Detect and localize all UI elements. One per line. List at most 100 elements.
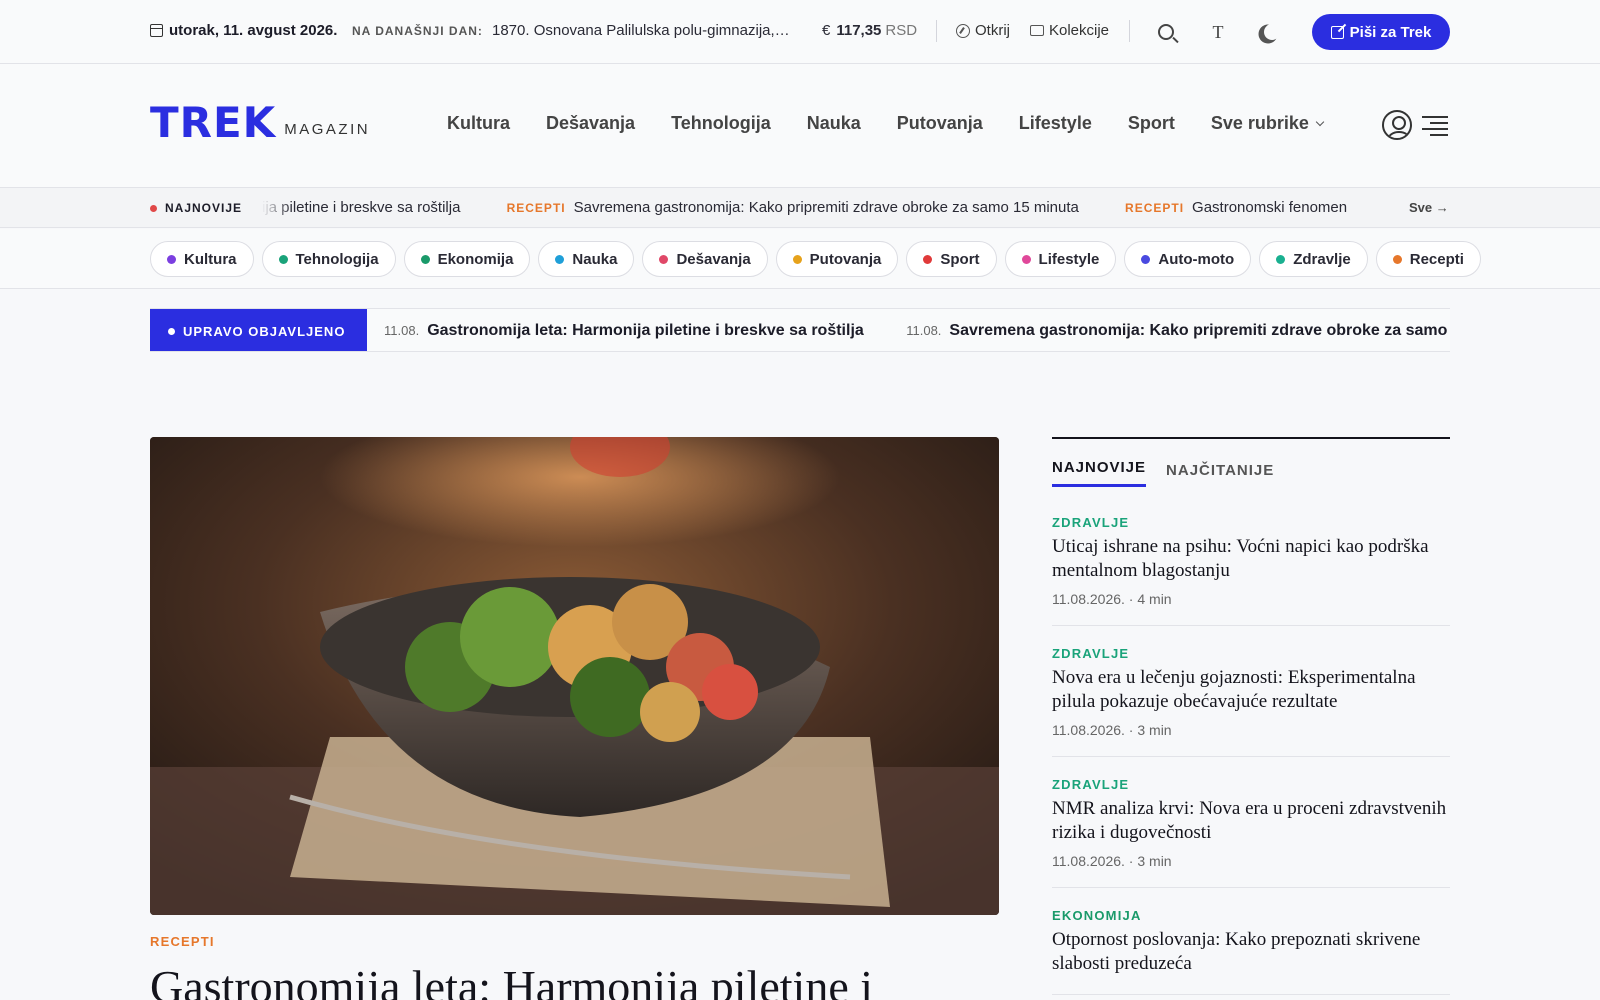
chevron-down-icon [1315,117,1325,127]
site-logo[interactable]: TREK MAGAZIN [150,102,370,144]
just-published-label-text: UPRAVO OBJAVLJENO [183,323,346,339]
category-pill-label: Sport [940,250,980,268]
divider [936,20,937,42]
category-pill-label: Nauka [572,250,618,268]
category-pill-label: Putovanja [809,250,882,268]
arrow-right-icon: → [1435,200,1449,215]
category-dot-icon [555,254,565,264]
category-dot-icon [1021,254,1031,264]
dark-mode-toggle[interactable] [1254,18,1282,46]
user-account-icon[interactable] [1382,110,1412,140]
moon-icon [1264,24,1280,40]
story-meta: 11.08.2026. · 3 min [1052,853,1172,869]
story-category[interactable]: ZDRAVLJE [1052,515,1450,530]
latest-label-text: NAJNOVIJE [165,201,243,215]
category-dot-icon [659,254,669,264]
story-title[interactable]: Nova era u lečenju gojaznosti: Eksperime… [1052,666,1450,714]
category-pill[interactable]: Zdravlje [1259,241,1368,277]
nav-item-desavanja[interactable]: Dešavanja [546,113,635,134]
currency-symbol: € [822,22,831,39]
latest-item-text: Gastronomski fenomen [1192,199,1348,216]
category-pill[interactable]: Sport [906,241,997,277]
on-this-day-label: NA DANAŠNJI DAN: [352,24,483,38]
currency-value: 117,35 [836,22,882,39]
search-button[interactable] [1152,18,1180,46]
latest-item-tag: RECEPTI [506,201,566,215]
tab-latest[interactable]: NAJNOVIJE [1052,459,1147,487]
category-pill[interactable]: Lifestyle [1004,241,1117,277]
latest-item[interactable]: RECEPTI Savremena gastronomija: Kako prip… [507,199,1079,216]
date-text: utorak, 11. avgust 2026. [169,22,338,39]
latest-all-label: Sve [1409,200,1433,215]
sidebar-story[interactable]: EKONOMIJA Otpornost poslovanja: Kako prep… [1052,888,1450,995]
featured-article-category[interactable]: RECEPTI [150,934,215,949]
discover-link[interactable]: Otkrij [956,22,1010,39]
sidebar-story[interactable]: ZDRAVLJE Uticaj ishrane na psihu: Voćni n… [1052,487,1450,626]
just-published-item[interactable]: 11.08. Savremena gastronomija: Kako pripr… [906,322,1450,340]
category-dot-icon [923,254,933,264]
category-pill-label: Lifestyle [1038,250,1100,268]
story-category[interactable]: EKONOMIJA [1052,908,1450,923]
just-published-bar: UPRAVO OBJAVLJENO 11.08. Gastronomija let… [150,308,1450,352]
category-pill[interactable]: Tehnologija [261,241,396,277]
category-dot-icon [792,254,802,264]
hamburger-menu-icon[interactable] [1422,116,1448,136]
write-button-label: Piši za Trek [1349,23,1432,41]
category-pill[interactable]: Putovanja [775,241,899,277]
category-pill[interactable]: Recepti [1375,241,1481,277]
collections-link[interactable]: Kolekcije [1030,22,1109,39]
story-title[interactable]: Uticaj ishrane na psihu: Voćni napici ka… [1052,535,1450,583]
latest-item-text: Savremena gastronomija: Kako pripremiti … [573,199,1079,216]
category-dot-icon [278,254,288,264]
featured-article-title[interactable]: Gastronomija leta: Harmonija piletine i [150,960,873,1000]
category-pill-label: Ekonomija [437,250,514,268]
category-pill[interactable]: Ekonomija [403,241,531,277]
category-dot-icon [167,254,176,264]
sidebar-latest: NAJNOVIJE NAJČITANIJE ZDRAVLJE Uticaj ish… [1052,437,1450,995]
item-title: Gastronomija leta: Harmonija piletine i … [427,322,864,339]
nav-item-tehnologija[interactable]: Tehnologija [671,113,771,134]
nav-item-kultura[interactable]: Kultura [447,113,510,134]
sidebar-story-list: ZDRAVLJE Uticaj ishrane na psihu: Voćni n… [1052,487,1450,995]
nav-item-putovanja[interactable]: Putovanja [897,113,983,134]
text-size-button[interactable]: T [1204,18,1232,46]
divider [1129,20,1130,42]
sidebar-story[interactable]: ZDRAVLJE NMR analiza krvi: Nova era u pro… [1052,757,1450,888]
item-date: 11.08. [384,323,420,338]
latest-item-tag: RECEPTI [1125,201,1185,215]
tab-most-read[interactable]: NAJČITANIJE [1166,462,1274,487]
write-for-trek-button[interactable]: Piši za Trek [1312,14,1450,50]
nav-item-sport[interactable]: Sport [1128,113,1175,134]
story-category[interactable]: ZDRAVLJE [1052,777,1450,792]
on-this-day-text[interactable]: 1870. Osnovana Palilulska polu-gimnazija… [492,22,792,39]
category-dot-icon [1392,254,1402,264]
category-pills-bar: Kultura Tehnologija Ekonomija Nauka Dešavanj… [0,229,1600,289]
category-pill[interactable]: Nauka [538,241,635,277]
featured-article-image[interactable] [150,437,999,915]
story-title[interactable]: NMR analiza krvi: Nova era u proceni zdr… [1052,797,1450,845]
nav-item-all-sections[interactable]: Sve rubrike [1211,113,1325,134]
live-dot-icon [168,327,175,335]
sidebar-story[interactable]: ZDRAVLJE Nova era u lečenju gojaznosti: E… [1052,626,1450,757]
currency-rate: €117,35 RSD [822,22,917,39]
just-published-item[interactable]: 11.08. Gastronomija leta: Harmonija pilet… [384,322,864,340]
latest-ticker: NAJNOVIJE ija piletine i breskve sa rošt… [0,188,1600,228]
main-navigation: Kultura Dešavanja Tehnologija Nauka Puto… [447,113,1359,134]
story-meta: 11.08.2026. · 3 min [1052,722,1172,738]
category-pill[interactable]: Kultura [150,241,254,277]
category-pill[interactable]: Dešavanja [642,241,768,277]
category-dot-icon [1276,254,1286,264]
category-dot-icon [420,254,430,264]
category-pill[interactable]: Auto-moto [1124,241,1252,277]
currency-unit: RSD [885,22,918,39]
nav-item-nauka[interactable]: Nauka [807,113,861,134]
category-pill-label: Tehnologija [295,250,379,268]
latest-all-link[interactable]: Sve → [1409,200,1449,215]
story-title[interactable]: Otpornost poslovanja: Kako prepoznati sk… [1052,928,1450,976]
latest-item[interactable]: RECEPTI Gastronomski fenomen [1125,199,1347,216]
just-published-track: 11.08. Gastronomija leta: Harmonija pilet… [384,322,1450,340]
latest-item[interactable]: ija piletine i breskve sa roštilja [262,199,460,216]
story-category[interactable]: ZDRAVLJE [1052,646,1450,661]
salad-bowl-photo [150,437,999,915]
nav-item-lifestyle[interactable]: Lifestyle [1019,113,1092,134]
